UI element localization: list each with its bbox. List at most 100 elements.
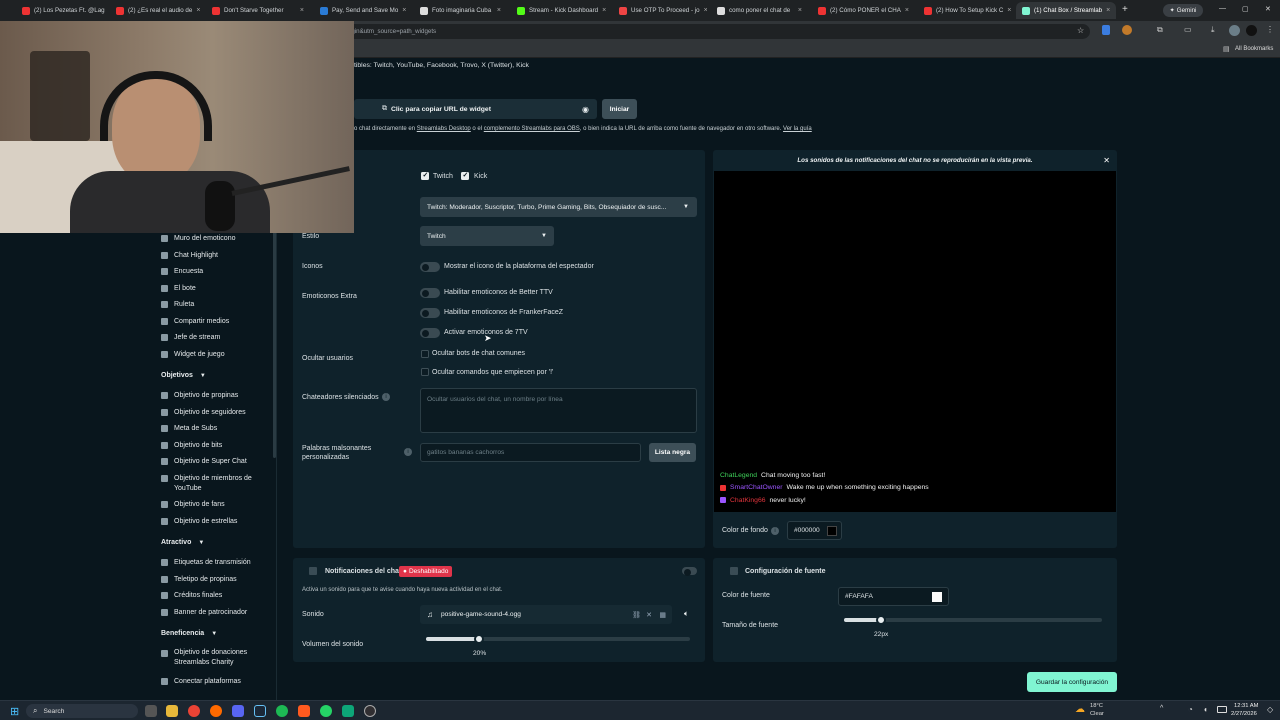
eye-icon[interactable]: ◉ <box>582 105 589 114</box>
sidebar-item[interactable]: Muro del emoticono <box>161 234 264 244</box>
save-settings-button[interactable]: Guardar la configuración <box>1027 672 1117 692</box>
sidebar-item[interactable]: Objetivo de bits <box>161 441 264 451</box>
sidebar-item[interactable]: Encuesta <box>161 267 264 277</box>
browser-tab[interactable]: (2) ¿Es real el audio de × <box>110 2 202 19</box>
hide-commands-checkbox[interactable] <box>421 368 429 376</box>
streamlabs-desktop-link[interactable]: Streamlabs Desktop <box>417 126 471 132</box>
collapse-icon[interactable] <box>309 567 317 575</box>
search-app-icon[interactable] <box>210 705 222 717</box>
sidebar-item-connect[interactable]: Conectar plataformas <box>161 678 241 685</box>
sidebar-scrollbar[interactable] <box>273 218 276 458</box>
muted-chatters-textarea[interactable]: Ocultar usuarios del chat, un nombre por… <box>420 388 697 433</box>
sidebar-item[interactable]: Objetivo de estrellas <box>161 517 264 527</box>
browser-tab[interactable]: Don't Starve Together × <box>206 2 310 19</box>
widget-url-box[interactable]: ⧉ Clic para copiar URL de widget ◉ <box>354 99 597 119</box>
task-view-icon[interactable] <box>145 705 157 717</box>
sound-file-row[interactable]: ♫ positive-game-sound-4.ogg ⛓ ✕ ▦ <box>420 605 672 624</box>
menu-icon[interactable]: ⋮ <box>1266 25 1274 34</box>
browser-tab[interactable]: (2) Los Pezetas Ft. @Lag× <box>16 2 106 19</box>
notification-bell-icon[interactable]: ◇ <box>1267 705 1273 714</box>
gallery-icon[interactable]: ▦ <box>659 611 666 619</box>
tab-close-icon[interactable]: × <box>1106 7 1110 14</box>
browser-tab[interactable]: (2) Cómo PONER el CHA × <box>812 2 914 19</box>
tab-close-icon[interactable]: × <box>497 7 501 14</box>
collapse-icon[interactable] <box>730 567 738 575</box>
sidebar-item[interactable]: Créditos finales <box>161 591 264 601</box>
sidebar-item[interactable]: Etiquetas de transmisión <box>161 558 264 568</box>
color-swatch[interactable] <box>932 591 942 602</box>
7tv-toggle[interactable] <box>420 328 440 338</box>
extension-icon[interactable] <box>1102 25 1110 35</box>
window-close-icon[interactable]: ✕ <box>1265 5 1271 13</box>
tab-close-icon[interactable]: × <box>300 7 304 14</box>
sidebar-item[interactable]: Jefe de stream <box>161 333 264 343</box>
sidebar-item[interactable]: Widget de juego <box>161 350 264 360</box>
windows-start-icon[interactable]: ⊞ <box>10 705 19 718</box>
browser-tab[interactable]: Foto imaginaria Cuba × <box>414 2 507 19</box>
volume-slider[interactable] <box>426 634 690 644</box>
font-size-slider-thumb[interactable] <box>876 615 886 625</box>
sidebar-item[interactable]: Ruleta <box>161 300 264 310</box>
whatsapp-icon[interactable] <box>320 705 332 717</box>
info-icon[interactable]: i <box>771 527 779 535</box>
file-explorer-icon[interactable] <box>166 705 178 717</box>
sidebar-item-charity[interactable]: Objetivo de donaciones Streamlabs Charit… <box>161 648 264 668</box>
font-color-input[interactable]: #FAFAFA <box>838 587 949 606</box>
link-icon[interactable]: ⛓ <box>632 611 641 619</box>
sidebar-item[interactable]: Chat Highlight <box>161 251 264 261</box>
sidebar-item[interactable]: Objetivo de fans <box>161 500 264 510</box>
platform-icon-toggle[interactable] <box>420 262 440 272</box>
browser-tab[interactable]: (2) How To Setup Kick C × <box>918 2 1012 19</box>
blacklist-button[interactable]: Lista negra <box>649 443 696 462</box>
sidebar-header-atractivo[interactable]: Atractivo ▼ <box>161 539 204 546</box>
badges-select[interactable]: Twitch: Moderador, Suscriptor, Turbo, Pr… <box>420 197 697 217</box>
app-icon[interactable] <box>298 705 310 717</box>
volume-icon[interactable]: ◖ <box>1203 705 1208 714</box>
new-tab-icon[interactable]: + <box>1122 4 1128 15</box>
obs-icon[interactable] <box>364 705 376 717</box>
sidebar-item[interactable]: Teletipo de propinas <box>161 575 264 585</box>
browser-tab[interactable]: (1) Chat Box / Streamlab × <box>1016 2 1116 19</box>
sidebar-item[interactable]: Compartir medios <box>161 317 264 327</box>
browser-tab[interactable]: Pay, Send and Save Mo × <box>314 2 410 19</box>
close-icon[interactable]: ✕ <box>1103 156 1110 165</box>
tab-close-icon[interactable]: × <box>402 7 406 14</box>
notifications-toggle[interactable] <box>682 567 697 576</box>
ffz-toggle[interactable] <box>420 308 440 318</box>
tab-close-icon[interactable]: × <box>602 7 606 14</box>
download-icon[interactable]: ⤓ <box>1211 25 1215 35</box>
style-select[interactable]: Twitch ▼ <box>420 226 554 246</box>
tab-close-icon[interactable]: × <box>905 7 909 14</box>
tab-close-icon[interactable]: × <box>1007 7 1011 14</box>
gemini-button[interactable]: ✦ Gemini <box>1163 4 1203 17</box>
sidebar-header-beneficencia[interactable]: Beneficencia ▼ <box>161 630 217 637</box>
bttv-toggle[interactable] <box>420 288 440 298</box>
sidebar-item[interactable]: Objetivo de seguidores <box>161 408 264 418</box>
taskbar-search[interactable]: ⌕ Search <box>26 704 138 718</box>
browser-tab[interactable]: Stream - Kick Dashboard × <box>511 2 609 19</box>
sidebar-item[interactable]: Banner de patrocinador <box>161 608 264 618</box>
chrome-icon[interactable] <box>188 705 200 717</box>
sidebar-item[interactable]: Objetivo de propinas <box>161 391 264 401</box>
app-icon[interactable] <box>342 705 354 717</box>
info-icon[interactable]: i <box>404 448 412 456</box>
discord-icon[interactable] <box>232 705 244 717</box>
clock-date[interactable]: 2/27/2026 <box>1231 711 1257 717</box>
wifi-icon[interactable]: ◔ <box>1188 705 1193 714</box>
obs-plugin-link[interactable]: complemento Streamlabs para OBS <box>484 126 580 132</box>
browser-tab[interactable]: como poner el chat de × <box>711 2 808 19</box>
profile-avatar[interactable] <box>1229 25 1240 36</box>
sidebar-item[interactable]: Meta de Subs <box>161 424 264 434</box>
minimize-icon[interactable]: — <box>1219 5 1226 12</box>
bookmark-star-icon[interactable]: ☆ <box>1077 26 1084 35</box>
tab-close-icon[interactable]: × <box>196 7 200 14</box>
sidebar-header-objetivos[interactable]: Objetivos ▼ <box>161 372 206 379</box>
tab-close-icon[interactable]: × <box>798 7 802 14</box>
sidebar-item[interactable]: Objetivo de Super Chat <box>161 457 264 467</box>
badwords-input[interactable]: gatitos bananas cachorros <box>420 443 641 462</box>
browser-tab[interactable]: Use OTP To Proceed - jo × <box>613 2 707 19</box>
remove-icon[interactable]: ✕ <box>646 611 652 619</box>
bg-color-input[interactable]: #000000 <box>787 521 842 540</box>
sidebar-item[interactable]: Objetivo de miembros de YouTube <box>161 474 264 494</box>
clock-time[interactable]: 12:31 AM <box>1234 703 1259 709</box>
